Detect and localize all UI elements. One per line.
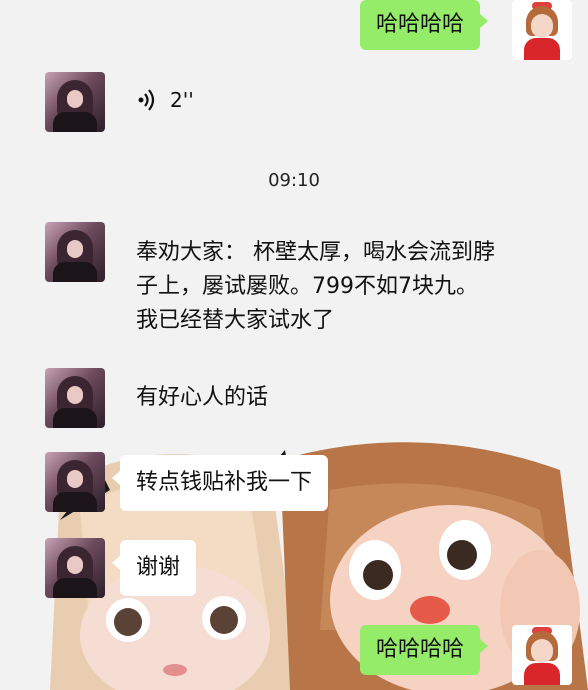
contact-avatar[interactable]: [45, 538, 105, 598]
message-text: 奉劝大家： 杯壁太厚，喝水会流到脖子上，屡试屡败。799不如7块九。我已经替大家…: [136, 240, 495, 333]
my-avatar[interactable]: [512, 625, 572, 685]
incoming-message-bubble[interactable]: 有好心人的话: [120, 370, 284, 426]
contact-avatar[interactable]: [45, 368, 105, 428]
chat-window: 哈哈哈哈 2'' 09:10 奉劝大家： 杯壁太厚，喝水会流到脖子上，屡试屡败。…: [0, 0, 588, 690]
voice-message[interactable]: 2'': [138, 88, 194, 112]
message-text: 谢谢: [136, 555, 181, 580]
contact-avatar[interactable]: [45, 72, 105, 132]
incoming-message-bubble[interactable]: 谢谢: [111, 540, 197, 596]
voice-duration: 2'': [170, 88, 194, 112]
outgoing-message-bubble[interactable]: 哈哈哈哈: [360, 0, 489, 50]
message-text: 有好心人的话: [136, 385, 269, 410]
contact-avatar[interactable]: [45, 222, 105, 282]
message-text: 转点钱贴补我一下: [136, 470, 313, 495]
incoming-message-bubble[interactable]: 转点钱贴补我一下: [111, 455, 329, 511]
message-text: 哈哈哈哈: [376, 637, 465, 662]
outgoing-message-bubble[interactable]: 哈哈哈哈: [360, 625, 489, 675]
message-timestamp: 09:10: [268, 170, 320, 191]
voice-wave-icon: [138, 89, 155, 111]
message-text: 哈哈哈哈: [376, 12, 465, 37]
contact-avatar[interactable]: [45, 452, 105, 512]
my-avatar[interactable]: [512, 0, 572, 60]
incoming-message-bubble[interactable]: 奉劝大家： 杯壁太厚，喝水会流到脖子上，屡试屡败。799不如7块九。我已经替大家…: [120, 225, 512, 349]
